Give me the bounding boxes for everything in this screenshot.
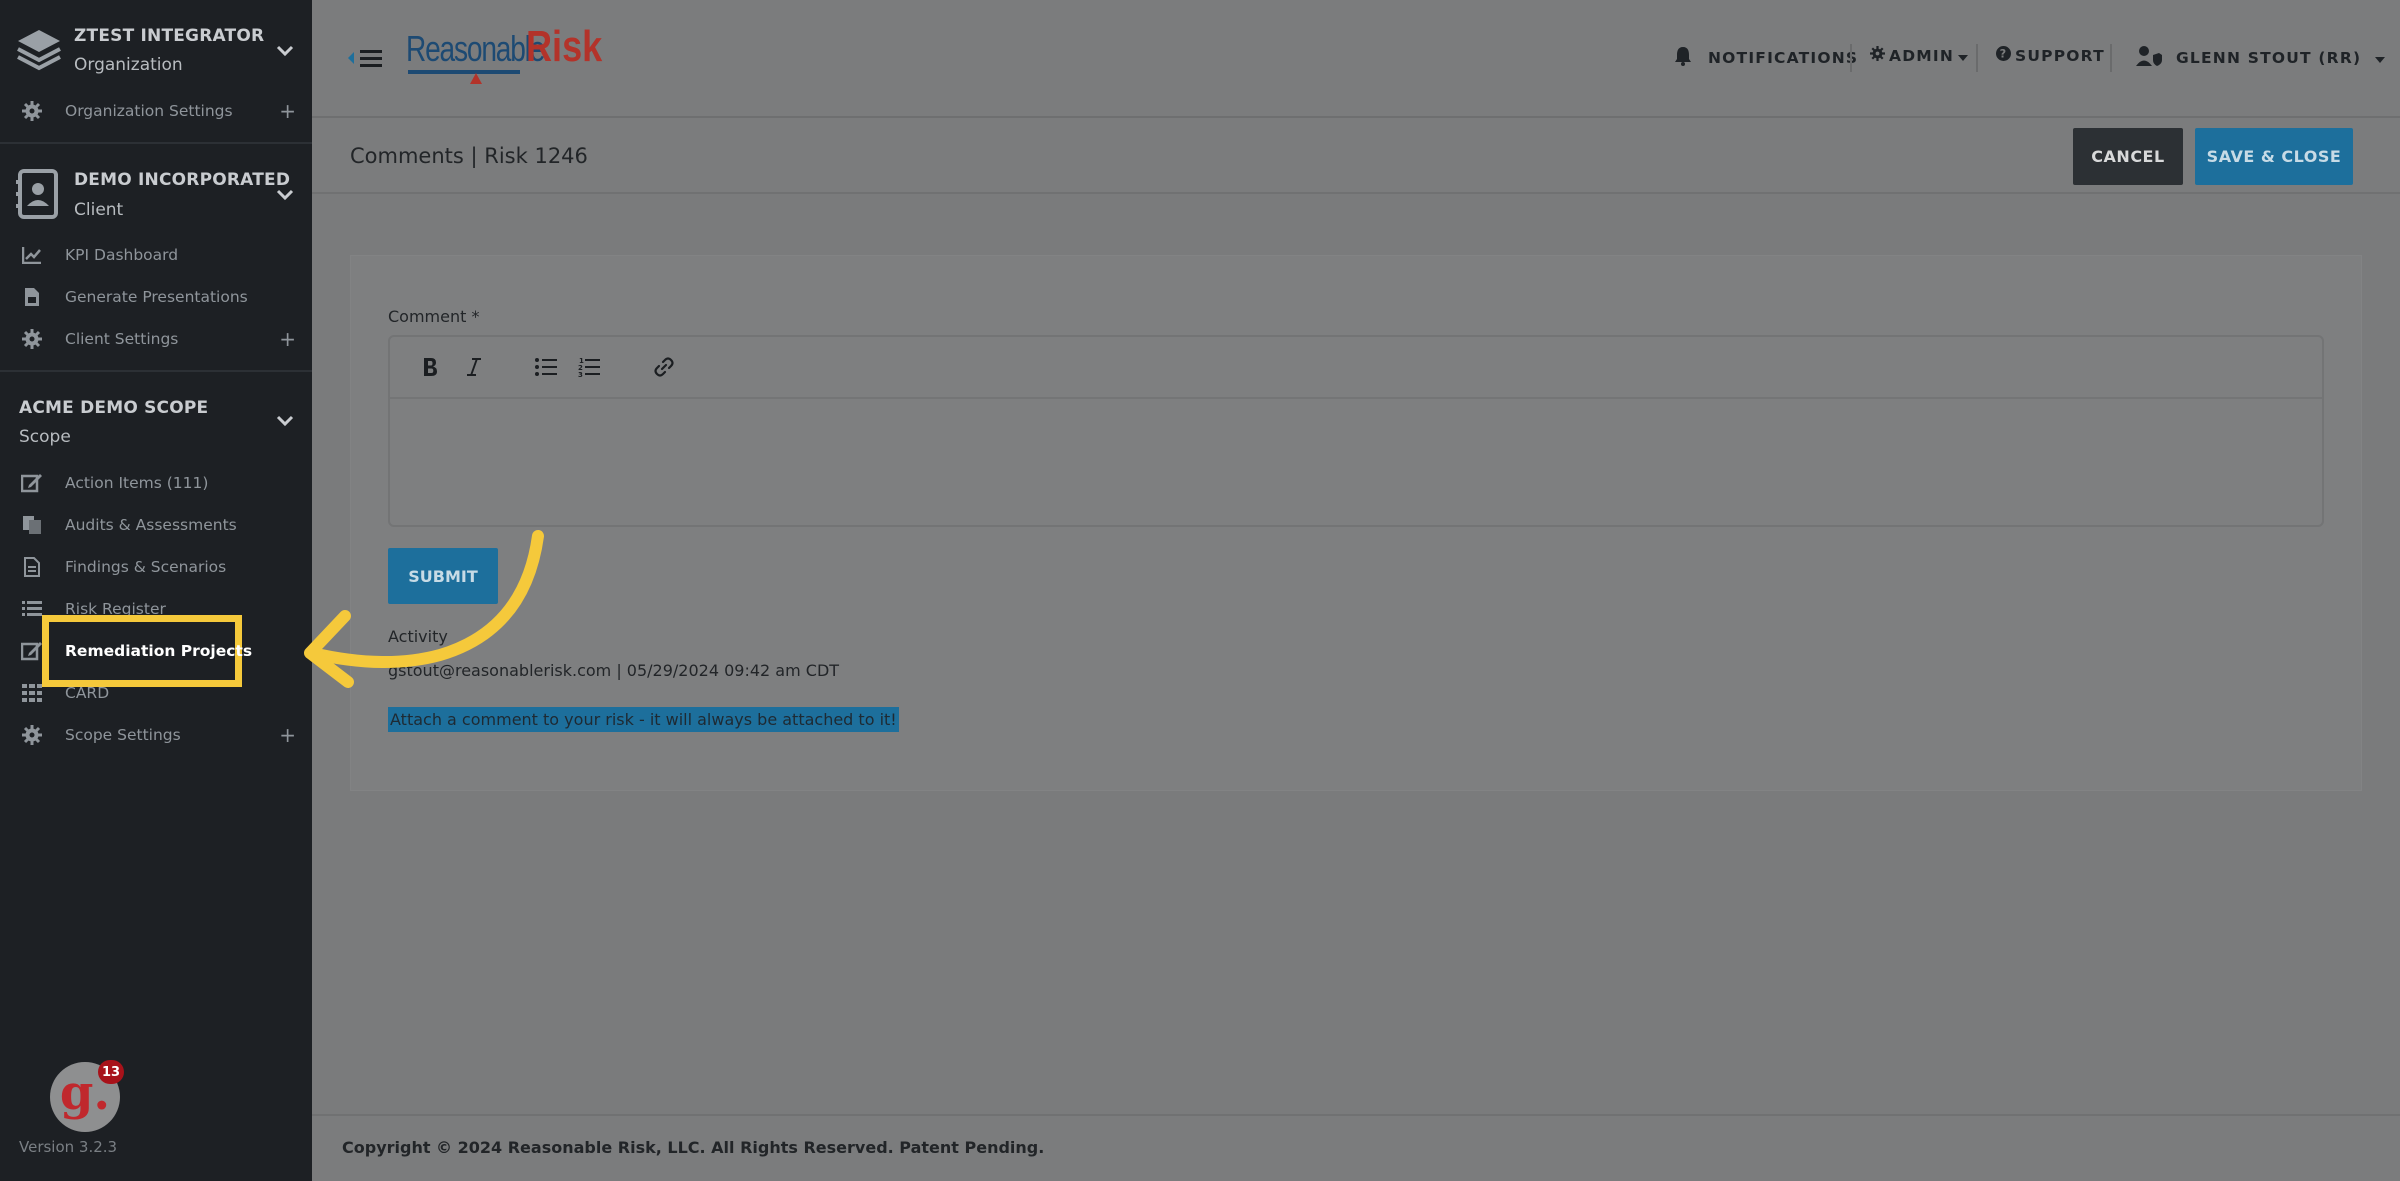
- support-label: SUPPORT: [2015, 46, 2105, 65]
- comment-editor: 123: [388, 335, 2324, 527]
- edit-icon: [20, 639, 44, 663]
- editor-toolbar: 123: [390, 337, 2322, 399]
- numbered-list-icon[interactable]: 123: [573, 351, 605, 383]
- expand-icon[interactable]: +: [279, 723, 296, 747]
- page-footer: Copyright © 2024 Reasonable Risk, LLC. A…: [312, 1114, 2400, 1181]
- chevron-down-icon[interactable]: [272, 38, 298, 64]
- gear-icon: [20, 327, 44, 351]
- sidebar-item-findings-scenarios[interactable]: Findings & Scenarios: [0, 547, 312, 587]
- sidebar: ZTEST INTEGRATOR Organization Organizati…: [0, 0, 312, 1181]
- caret-down-icon: [1958, 47, 1969, 65]
- bell-icon: [1674, 46, 1692, 70]
- layers-icon: [14, 24, 64, 78]
- logo-triangle-icon: [470, 73, 482, 84]
- activity-comment-text: Attach a comment to your risk - it will …: [388, 707, 899, 732]
- expand-icon[interactable]: +: [279, 327, 296, 351]
- sidebar-item-scope-settings[interactable]: Scope Settings +: [0, 715, 312, 755]
- sidebar-item-client-settings[interactable]: Client Settings +: [0, 319, 312, 359]
- client-title: DEMO INCORPORATED: [74, 170, 291, 190]
- caret-down-icon: [2375, 49, 2386, 67]
- logo-text-reasonable: Reasonable: [406, 28, 545, 69]
- scope-title: ACME DEMO SCOPE: [19, 398, 209, 418]
- contact-book-icon: [16, 168, 62, 224]
- user-shield-icon: [2136, 46, 2162, 70]
- document-icon: [20, 555, 44, 579]
- admin-label: ADMIN: [1889, 46, 1955, 65]
- activity-comment: Attach a comment to your risk - it will …: [390, 710, 897, 729]
- sidebar-item-label: Generate Presentations: [65, 288, 248, 306]
- version-label: Version 3.2.3: [19, 1138, 118, 1156]
- bold-icon[interactable]: [414, 351, 446, 383]
- sidebar-toggle-icon[interactable]: [348, 46, 386, 76]
- divider: [0, 142, 312, 144]
- sidebar-item-audits-assessments[interactable]: Audits & Assessments: [0, 505, 312, 545]
- file-icon: [20, 285, 44, 309]
- copy-icon: [20, 513, 44, 537]
- edit-icon: [20, 471, 44, 495]
- comment-textarea[interactable]: [390, 399, 2322, 525]
- sidebar-item-label: Action Items (111): [65, 474, 209, 492]
- admin-dropdown[interactable]: ADMIN: [1870, 46, 1969, 65]
- client-subtitle: Client: [74, 200, 124, 220]
- sidebar-item-label: Remediation Projects: [65, 642, 253, 660]
- question-circle-icon: ?: [1996, 46, 2011, 65]
- annotation-arrow-icon: [304, 530, 544, 688]
- sidebar-item-label: Audits & Assessments: [65, 516, 237, 534]
- cancel-button[interactable]: CANCEL: [2073, 128, 2183, 185]
- sidebar-item-label: Scope Settings: [65, 726, 181, 744]
- expand-icon[interactable]: +: [279, 99, 296, 123]
- list-icon: [20, 597, 44, 621]
- gear-icon: [20, 99, 44, 123]
- divider: [1850, 44, 1852, 72]
- sidebar-item-label: Findings & Scenarios: [65, 558, 227, 576]
- link-icon[interactable]: [648, 351, 680, 383]
- app-logo[interactable]: Reasonable Risk: [406, 22, 602, 88]
- sidebar-item-generate-presentations[interactable]: Generate Presentations: [0, 277, 312, 317]
- divider: [2110, 44, 2112, 72]
- chevron-down-icon[interactable]: [272, 408, 298, 434]
- bullet-list-icon[interactable]: [530, 351, 562, 383]
- support-link[interactable]: ? SUPPORT: [1996, 46, 2105, 65]
- org-title: ZTEST INTEGRATOR: [74, 26, 265, 46]
- sidebar-item-label: Client Settings: [65, 330, 179, 348]
- save-close-button[interactable]: SAVE & CLOSE: [2195, 128, 2353, 185]
- italic-icon[interactable]: [458, 351, 490, 383]
- sidebar-item-card[interactable]: CARD: [0, 673, 312, 713]
- sidebar-item-remediation-projects[interactable]: Remediation Projects: [0, 615, 312, 687]
- org-subtitle: Organization: [74, 55, 183, 75]
- user-name: GLENN STOUT (RR): [2176, 49, 2362, 67]
- copyright-text: Copyright © 2024 Reasonable Risk, LLC. A…: [342, 1138, 1045, 1157]
- page-title: Comments | Risk 1246: [350, 144, 588, 168]
- grid-icon: [20, 681, 44, 705]
- logo-underline: [408, 70, 520, 74]
- user-dropdown[interactable]: GLENN STOUT (RR): [2136, 46, 2386, 70]
- sidebar-item-organization-settings[interactable]: Organization Settings +: [0, 91, 312, 131]
- sidebar-item-label: Organization Settings: [65, 102, 233, 120]
- top-header: Reasonable Risk NOTIFICATIONS ADMIN ? SUP…: [312, 0, 2400, 118]
- logo-text-risk: Risk: [526, 22, 603, 71]
- divider: [1976, 44, 1978, 72]
- notifications-link[interactable]: NOTIFICATIONS: [1674, 46, 1858, 70]
- chevron-down-icon[interactable]: [272, 182, 298, 208]
- sidebar-item-kpi-dashboard[interactable]: KPI Dashboard: [0, 235, 312, 275]
- notifications-label: NOTIFICATIONS: [1708, 49, 1859, 67]
- divider: [0, 370, 312, 372]
- scope-subtitle: Scope: [19, 427, 71, 447]
- sidebar-item-action-items[interactable]: Action Items (111): [0, 463, 312, 503]
- comment-label: Comment *: [388, 307, 480, 326]
- sidebar-item-label: CARD: [65, 684, 110, 702]
- gear-icon: [20, 723, 44, 747]
- svg-text:3: 3: [578, 371, 583, 377]
- svg-text:?: ?: [2000, 48, 2008, 61]
- chart-line-icon: [20, 243, 44, 267]
- notification-badge: 13: [98, 1060, 124, 1084]
- gear-icon: [1870, 46, 1885, 65]
- sidebar-item-label: KPI Dashboard: [65, 246, 179, 264]
